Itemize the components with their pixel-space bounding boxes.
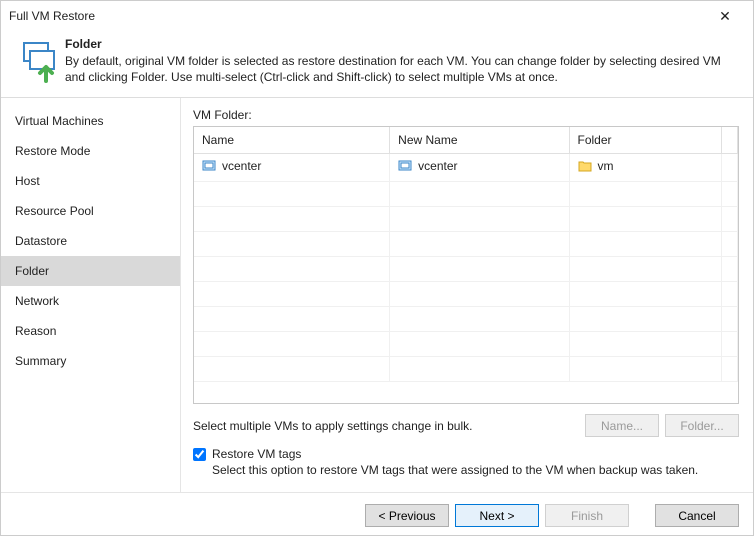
sidebar-item-resource-pool[interactable]: Resource Pool [1,196,180,226]
folder-restore-icon [15,37,65,85]
col-name[interactable]: Name [194,127,390,154]
col-spacer [721,127,737,154]
close-button[interactable]: ✕ [705,8,745,25]
window-title: Full VM Restore [9,9,705,23]
folder-icon [578,159,592,173]
sidebar-item-virtual-machines[interactable]: Virtual Machines [1,106,180,136]
vm-icon [398,159,412,173]
table-row[interactable]: vcenter vcenter [194,154,738,182]
restore-vm-tags-label: Restore VM tags [212,447,301,461]
content-panel: VM Folder: Name New Name Folder [181,98,753,492]
finish-button: Finish [545,504,629,527]
col-folder[interactable]: Folder [569,127,721,154]
sidebar-item-folder[interactable]: Folder [1,256,180,286]
vm-icon [202,159,216,173]
restore-vm-tags-desc: Select this option to restore VM tags th… [212,463,739,477]
restore-vm-tags-checkbox[interactable] [193,448,206,461]
wizard-footer: < Previous Next > Finish Cancel [1,492,753,538]
cell-name: vcenter [222,159,261,173]
wizard-header: Folder By default, original VM folder is… [1,31,753,97]
cell-new-name: vcenter [418,159,457,173]
sidebar-item-datastore[interactable]: Datastore [1,226,180,256]
col-new-name[interactable]: New Name [390,127,569,154]
cell-folder: vm [598,159,614,173]
sidebar-item-reason[interactable]: Reason [1,316,180,346]
name-button: Name... [585,414,659,437]
sidebar-item-summary[interactable]: Summary [1,346,180,376]
wizard-steps-sidebar: Virtual Machines Restore Mode Host Resou… [1,98,181,492]
cancel-button[interactable]: Cancel [655,504,739,527]
vm-folder-label: VM Folder: [193,108,739,122]
header-description: By default, original VM folder is select… [65,53,739,85]
sidebar-item-network[interactable]: Network [1,286,180,316]
folder-button: Folder... [665,414,739,437]
titlebar: Full VM Restore ✕ [1,1,753,31]
next-button[interactable]: Next > [455,504,539,527]
wizard-body: Virtual Machines Restore Mode Host Resou… [1,97,753,492]
sidebar-item-host[interactable]: Host [1,166,180,196]
vm-folder-grid[interactable]: Name New Name Folder vcent [193,126,739,404]
bulk-hint: Select multiple VMs to apply settings ch… [193,419,579,433]
header-heading: Folder [65,37,739,51]
previous-button[interactable]: < Previous [365,504,449,527]
sidebar-item-restore-mode[interactable]: Restore Mode [1,136,180,166]
